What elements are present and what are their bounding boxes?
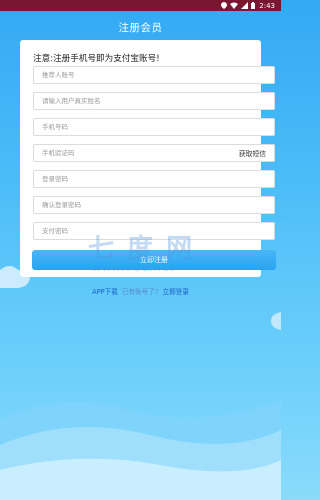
real-name-field[interactable] bbox=[33, 92, 275, 110]
app-download-link[interactable]: APP下载 bbox=[92, 288, 118, 296]
login-link[interactable]: 立即登录 bbox=[162, 288, 188, 296]
has-account-text: 已有账号了? bbox=[121, 288, 159, 296]
phone-field[interactable] bbox=[33, 118, 275, 136]
confirm-password-input[interactable] bbox=[42, 197, 266, 213]
pay-password-input[interactable] bbox=[42, 223, 266, 239]
login-password-input[interactable] bbox=[42, 171, 266, 187]
sms-code-field[interactable]: 获取短信 bbox=[33, 144, 275, 162]
signal-icon bbox=[241, 2, 249, 9]
referrer-input[interactable] bbox=[42, 67, 266, 83]
register-form-card: 注意:注册手机号即为支付宝账号! 获取短信 bbox=[20, 40, 275, 277]
cloud-decoration-right bbox=[271, 312, 281, 330]
bottom-links: APP下载 已有账号了? 立即登录 bbox=[0, 286, 281, 296]
confirm-password-field[interactable] bbox=[33, 196, 275, 214]
wifi-icon bbox=[230, 2, 239, 9]
page-header: 注册会员 bbox=[0, 11, 281, 43]
page-title: 注册会员 bbox=[118, 21, 163, 34]
pay-password-field[interactable] bbox=[33, 222, 275, 240]
wave-decoration bbox=[0, 400, 281, 500]
register-button[interactable]: 立即注册 bbox=[32, 250, 276, 270]
battery-icon bbox=[251, 2, 256, 9]
status-time: 2:43 bbox=[259, 1, 275, 10]
status-bar: 2:43 bbox=[0, 0, 281, 11]
login-password-field[interactable] bbox=[33, 170, 275, 188]
phone-input[interactable] bbox=[42, 119, 266, 135]
referrer-field[interactable] bbox=[33, 66, 275, 84]
location-icon bbox=[221, 2, 228, 9]
get-sms-button[interactable]: 获取短信 bbox=[239, 148, 266, 158]
form-notice: 注意:注册手机号即为支付宝账号! bbox=[33, 54, 160, 64]
real-name-input[interactable] bbox=[42, 93, 266, 109]
sms-code-input[interactable] bbox=[42, 145, 235, 161]
